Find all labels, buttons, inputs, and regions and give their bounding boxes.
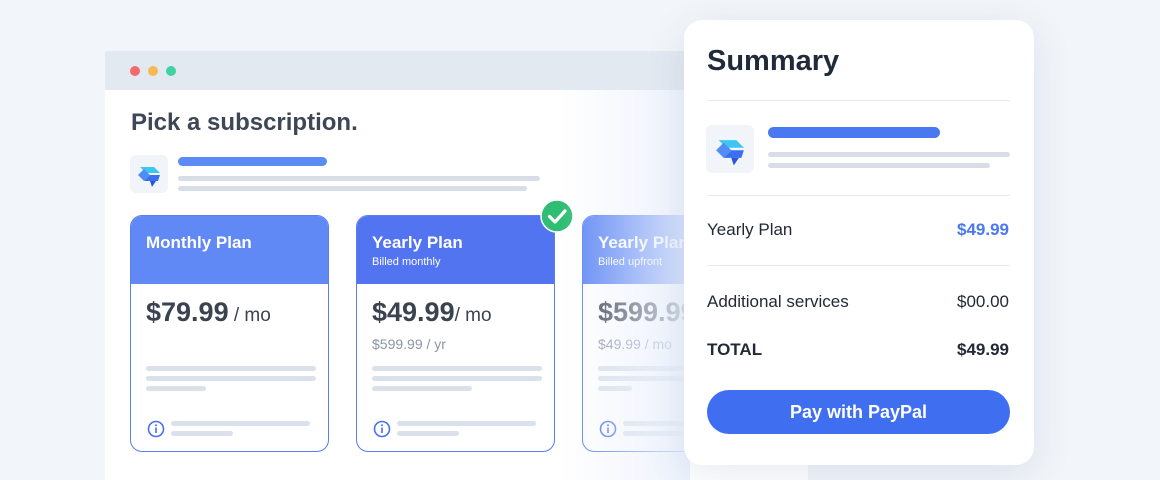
app-logo-icon bbox=[130, 155, 168, 193]
total-label: TOTAL bbox=[707, 340, 763, 359]
plan-price-amount: $599.99 bbox=[598, 297, 696, 327]
info-text-placeholder bbox=[171, 431, 233, 436]
feature-placeholder bbox=[372, 386, 472, 391]
divider bbox=[707, 100, 1010, 101]
feature-placeholder bbox=[146, 376, 316, 381]
plan-name: Yearly Plan bbox=[372, 233, 463, 252]
divider bbox=[707, 265, 1010, 266]
additional-services-label: Additional services bbox=[707, 292, 849, 311]
info-text-placeholder bbox=[171, 421, 310, 426]
plan-header: Monthly Plan bbox=[131, 216, 328, 284]
plan-price: $49.99/ mo bbox=[372, 297, 492, 328]
plan-price: $599.99 bbox=[598, 297, 696, 328]
product-name-placeholder bbox=[768, 127, 940, 138]
divider bbox=[707, 195, 1010, 196]
info-text-placeholder bbox=[397, 431, 459, 436]
product-description-placeholder bbox=[768, 163, 990, 168]
plan-card-monthly[interactable]: Monthly Plan $79.99 / mo bbox=[130, 215, 329, 452]
plan-price: $79.99 / mo bbox=[146, 297, 271, 328]
selected-plan-label: Yearly Plan bbox=[707, 220, 793, 239]
app-logo-icon bbox=[706, 125, 754, 173]
info-icon[interactable] bbox=[599, 420, 617, 438]
plan-price-unit: / mo bbox=[228, 305, 271, 326]
page-heading: Pick a subscription. bbox=[131, 109, 358, 136]
plan-price-unit: / mo bbox=[454, 305, 492, 326]
feature-placeholder bbox=[146, 366, 316, 371]
info-text-placeholder bbox=[397, 421, 536, 426]
close-window-dot[interactable] bbox=[130, 66, 140, 76]
app-description-placeholder bbox=[178, 176, 540, 181]
summary-panel: Summary Yearly Plan $49.99 Additional se… bbox=[684, 20, 1034, 465]
maximize-window-dot[interactable] bbox=[166, 66, 176, 76]
selected-plan-price: $49.99 bbox=[957, 220, 1009, 239]
product-description-placeholder bbox=[768, 152, 1010, 157]
info-icon[interactable] bbox=[373, 420, 391, 438]
plan-subprice: $599.99 / yr bbox=[372, 336, 446, 352]
plan-header: Yearly Plan Billed monthly bbox=[357, 216, 554, 284]
plan-subprice: $49.99 / mo bbox=[598, 336, 672, 352]
plan-price-amount: $79.99 bbox=[146, 297, 229, 327]
app-description-placeholder bbox=[178, 186, 527, 191]
feature-placeholder bbox=[146, 386, 206, 391]
feature-placeholder bbox=[372, 376, 542, 381]
summary-title: Summary bbox=[707, 45, 840, 77]
info-icon[interactable] bbox=[147, 420, 165, 438]
pay-with-paypal-button[interactable]: Pay with PayPal bbox=[707, 390, 1010, 434]
total-price: $49.99 bbox=[957, 340, 1009, 359]
minimize-window-dot[interactable] bbox=[148, 66, 158, 76]
plan-card-yearly-monthly[interactable]: Yearly Plan Billed monthly $49.99/ mo $5… bbox=[356, 215, 555, 452]
check-icon bbox=[540, 199, 574, 233]
app-name-placeholder bbox=[178, 157, 327, 166]
feature-placeholder bbox=[372, 366, 542, 371]
info-text-placeholder bbox=[623, 431, 685, 436]
additional-services-price: $00.00 bbox=[957, 292, 1009, 311]
plan-billing: Billed monthly bbox=[372, 256, 441, 268]
feature-placeholder bbox=[598, 386, 632, 391]
plan-price-amount: $49.99 bbox=[372, 297, 455, 327]
plan-name: Monthly Plan bbox=[146, 233, 252, 252]
